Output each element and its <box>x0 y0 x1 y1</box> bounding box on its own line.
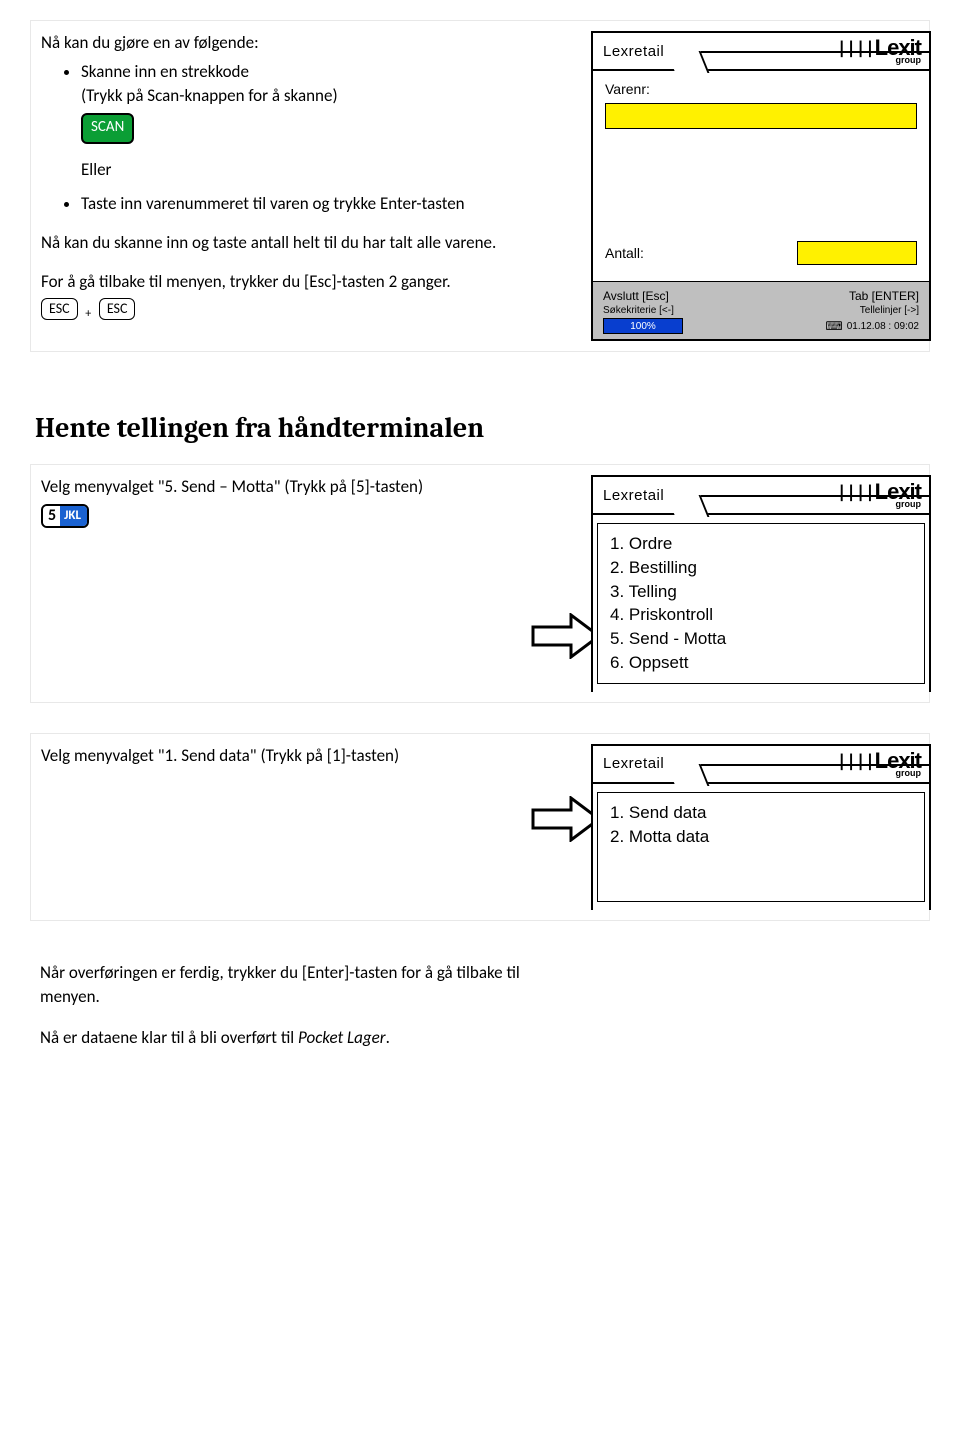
menu-item[interactable]: 6. Oppsett <box>610 651 912 675</box>
terminal-send-menu: Lexretail Lexit group 1. Send data 2. Mo… <box>591 744 931 910</box>
varenr-input[interactable] <box>605 103 917 129</box>
menu-item[interactable]: 2. Motta data <box>610 825 912 849</box>
select-5-text: Velg menyvalget "5. Send – Motta" (Trykk… <box>41 475 561 500</box>
terminal-title: Lexretail <box>603 755 664 772</box>
bullet-taste-inn: Taste inn varenummeret til varen og tryk… <box>81 192 561 217</box>
pocket-lager-prefix: Nå er dataene klar til å bli overført ti… <box>40 1027 298 1048</box>
intro-text: Nå kan du gjøre en av følgende: <box>41 31 561 56</box>
menu-item[interactable]: 1. Send data <box>610 801 912 825</box>
transfer-done-text: Når overføringen er ferdig, trykker du [… <box>40 961 580 1010</box>
menu-item[interactable]: 4. Priskontroll <box>610 603 912 627</box>
battery-indicator: 100% <box>603 318 683 334</box>
select-1-text: Velg menyvalget "1. Send data" (Trykk på… <box>41 744 561 769</box>
menu-item[interactable]: 5. Send - Motta <box>610 627 912 651</box>
plus-symbol: + <box>81 307 95 321</box>
esc-key-1: ESC <box>41 298 78 320</box>
send-menu-box: 1. Send data 2. Motta data <box>597 792 925 902</box>
bullet-scan-line2: (Trykk på Scan-knappen for å skanne) <box>81 85 338 106</box>
antall-input[interactable] <box>797 241 917 265</box>
terminal-title: Lexretail <box>603 43 664 60</box>
keyboard-icon <box>825 319 842 333</box>
varenr-label: Varenr: <box>605 81 917 97</box>
footer-tab: Tab [ENTER] <box>849 289 919 303</box>
eller-label: Eller <box>81 158 561 183</box>
menu-item[interactable]: 1. Ordre <box>610 532 912 556</box>
footer-sokekrit: Søkekriterie [<-] <box>603 305 674 316</box>
key5-label: JKL <box>60 506 87 526</box>
terminal-footer: Avslutt [Esc] Tab [ENTER] Søkekriterie [… <box>593 281 929 339</box>
menu-item[interactable]: 2. Bestilling <box>610 556 912 580</box>
key5-badge: 5 JKL <box>41 504 89 528</box>
terminal-main-menu: Lexretail Lexit group 1. Ordre 2. Bestil… <box>591 475 931 692</box>
pocket-lager-name: Pocket Lager <box>298 1027 386 1048</box>
terminal-screen-varenr: Lexretail Lexit group Varenr: Antall: <box>591 31 931 341</box>
key5-number: 5 <box>43 506 60 526</box>
menu-item[interactable]: 3. Telling <box>610 580 912 604</box>
antall-label: Antall: <box>605 245 644 261</box>
scan-key-badge: SCAN <box>81 113 134 144</box>
bullet-scan-line1: Skanne inn en strekkode <box>81 61 249 82</box>
para-esc-twice: For å gå tilbake til menyen, trykker du … <box>41 270 561 295</box>
terminal-title: Lexretail <box>603 487 664 504</box>
main-menu-box: 1. Ordre 2. Bestilling 3. Telling 4. Pri… <box>597 523 925 684</box>
footer-avslutt: Avslutt [Esc] <box>603 289 669 303</box>
timestamp: 01.12.08 : 09:02 <box>847 321 919 332</box>
section-heading: Hente tellingen fra håndterminalen <box>35 412 930 444</box>
para-skanne-antall: Nå kan du skanne inn og taste antall hel… <box>41 231 561 256</box>
esc-key-2: ESC <box>99 298 136 320</box>
footer-tellelinjer: Tellelinjer [->] <box>860 305 919 316</box>
